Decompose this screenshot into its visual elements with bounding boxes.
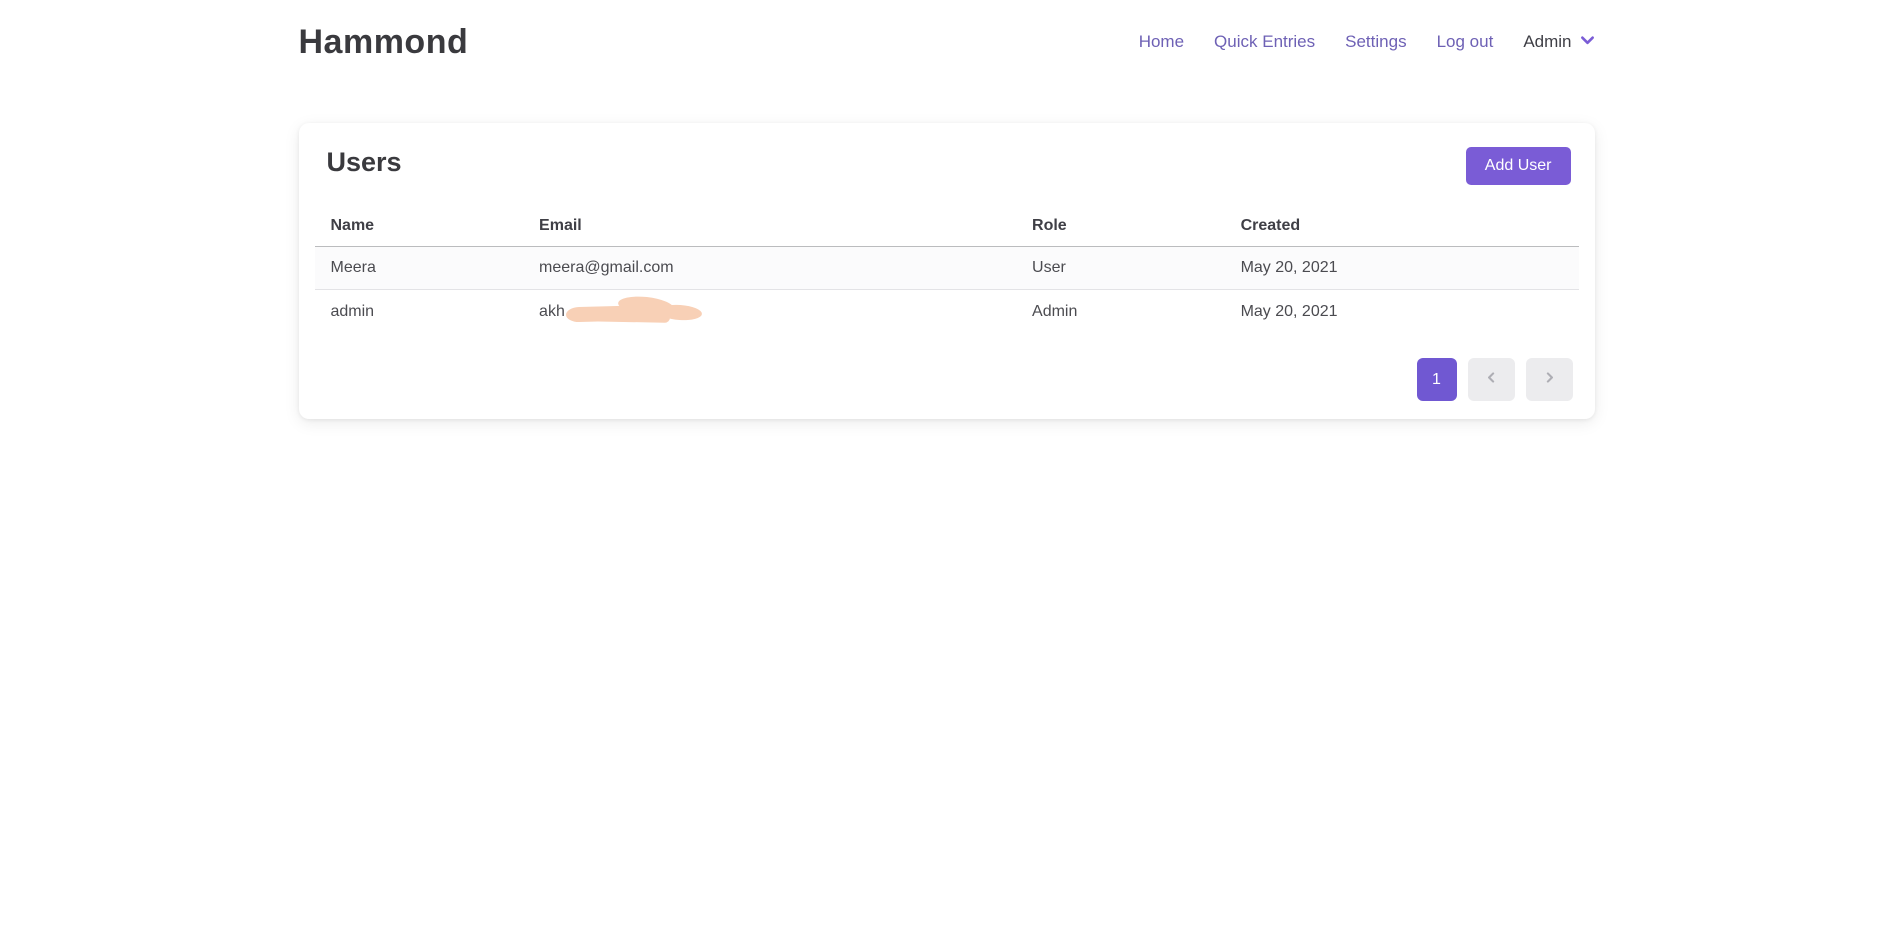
cell-email: akh [523, 290, 1016, 335]
brand-logo[interactable]: Hammond [299, 23, 469, 62]
main-nav: Home Quick Entries Settings Log out Admi… [1139, 31, 1595, 53]
cell-role: Admin [1016, 290, 1225, 335]
page-1-button[interactable]: 1 [1417, 358, 1457, 401]
cell-created: May 20, 2021 [1225, 290, 1579, 335]
users-card: Users Add User Name Email Role Created M… [299, 123, 1595, 419]
column-header-email: Email [523, 209, 1016, 247]
nav-link-settings[interactable]: Settings [1345, 32, 1406, 52]
column-header-name: Name [315, 209, 524, 247]
column-header-role: Role [1016, 209, 1225, 247]
next-page-button[interactable] [1526, 358, 1573, 401]
user-menu-dropdown[interactable]: Admin [1523, 31, 1594, 53]
users-table: Name Email Role Created Meera meera@gmai… [315, 209, 1579, 334]
page-title: Users [327, 147, 402, 178]
top-navbar: Hammond Home Quick Entries Settings Log … [0, 0, 1893, 68]
table-row: admin akh Admin May 20, 2021 [315, 290, 1579, 335]
chevron-left-icon [1485, 371, 1498, 389]
chevron-right-icon [1543, 371, 1556, 389]
table-row: Meera meera@gmail.com User May 20, 2021 [315, 247, 1579, 290]
user-menu-label: Admin [1523, 32, 1571, 52]
cell-name: Meera [315, 247, 524, 290]
cell-email: meera@gmail.com [523, 247, 1016, 290]
pagination: 1 [315, 358, 1579, 401]
nav-link-logout[interactable]: Log out [1437, 32, 1494, 52]
cell-name: admin [315, 290, 524, 335]
previous-page-button[interactable] [1468, 358, 1515, 401]
nav-link-quick-entries[interactable]: Quick Entries [1214, 32, 1315, 52]
chevron-down-icon [1580, 31, 1595, 53]
column-header-created: Created [1225, 209, 1579, 247]
main-content: Users Add User Name Email Role Created M… [299, 123, 1595, 419]
cell-email-text: akh [539, 303, 565, 320]
redaction-scribble [566, 302, 706, 322]
add-user-button[interactable]: Add User [1466, 147, 1571, 185]
cell-role: User [1016, 247, 1225, 290]
nav-link-home[interactable]: Home [1139, 32, 1184, 52]
cell-created: May 20, 2021 [1225, 247, 1579, 290]
table-header-row: Name Email Role Created [315, 209, 1579, 247]
